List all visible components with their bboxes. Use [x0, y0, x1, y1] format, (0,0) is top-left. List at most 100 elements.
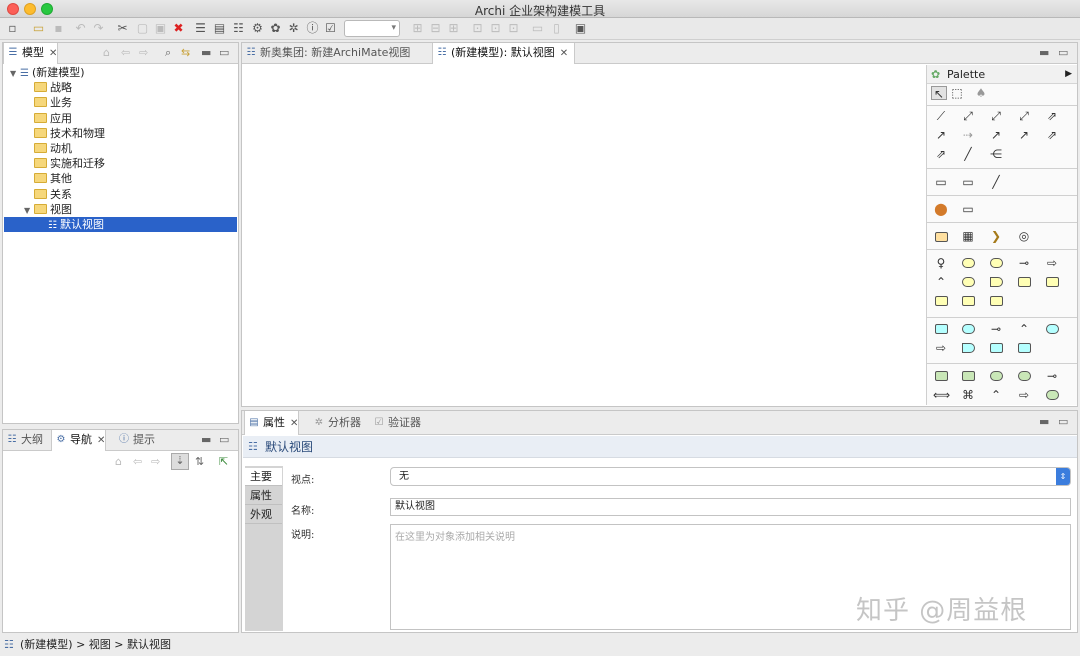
close-icon[interactable]: ✕ — [49, 48, 57, 59]
business-object-icon[interactable] — [1046, 277, 1059, 287]
side-tab-main[interactable]: 主要 — [245, 468, 282, 486]
tree-item[interactable]: 关系 — [4, 187, 237, 202]
application-function-icon[interactable]: ⌃ — [1016, 322, 1032, 336]
save-icon[interactable]: ▪ — [51, 21, 66, 36]
realization-icon[interactable]: ⤢ — [1016, 109, 1032, 123]
close-icon[interactable]: ✕ — [290, 418, 298, 429]
minimize-icon[interactable]: ▬ — [201, 433, 211, 446]
home-icon[interactable]: ⌂ — [115, 455, 122, 468]
navigator-icon[interactable]: ⚙ — [250, 21, 265, 36]
node-icon[interactable] — [935, 371, 948, 381]
tab-analyzer[interactable]: ✲ 分析器 — [310, 411, 361, 435]
delete-icon[interactable]: ✖ — [171, 21, 186, 36]
marquee-tool-icon[interactable]: ⬚ — [949, 86, 965, 100]
specialization-icon[interactable]: ⇗ — [1044, 128, 1060, 142]
technology-function-icon[interactable]: ⌃ — [988, 388, 1004, 402]
tree-item[interactable]: 其他 — [4, 171, 237, 186]
product-icon[interactable] — [990, 296, 1003, 306]
tree-item[interactable]: 业务 — [4, 95, 237, 110]
technology-interface-icon[interactable]: ⊸ — [1044, 369, 1060, 383]
align-right-icon[interactable]: ⊞ — [446, 21, 461, 36]
contract-icon[interactable] — [935, 296, 948, 306]
undo-icon[interactable]: ↶ — [73, 21, 88, 36]
serving-icon[interactable]: ⇗ — [1044, 109, 1060, 123]
new-icon[interactable]: ▫ — [5, 21, 20, 36]
tree-item[interactable]: ▼ ☰ (新建模型) — [4, 65, 237, 80]
business-service-icon[interactable] — [1018, 277, 1031, 287]
outline-icon[interactable]: ☷ — [231, 21, 246, 36]
maximize-icon[interactable]: ▭ — [1058, 415, 1068, 428]
validator-icon[interactable]: ☑ — [323, 21, 338, 36]
model-tree-icon[interactable]: ☰ — [193, 21, 208, 36]
copy-icon[interactable]: ▢ — [135, 21, 150, 36]
pin-icon[interactable]: ⇱ — [219, 455, 228, 468]
resource-icon[interactable] — [935, 232, 948, 242]
minimize-icon[interactable]: ▬ — [201, 46, 211, 59]
cut-icon[interactable]: ✂ — [115, 21, 130, 36]
forward-icon[interactable]: ⇨ — [139, 46, 148, 59]
flow-icon[interactable]: ↗ — [1016, 128, 1032, 142]
composition-icon[interactable]: ⟋ — [933, 109, 949, 123]
business-process-icon[interactable]: ⇨ — [1044, 256, 1060, 270]
open-folder-icon[interactable]: ▭ — [31, 21, 46, 36]
tab-validator[interactable]: ☑ 验证器 — [370, 411, 421, 435]
expand-arrow-icon[interactable]: ▼ — [24, 203, 34, 218]
data-object-icon[interactable] — [1018, 343, 1031, 353]
viewpoint-select[interactable]: 无 ⇕ — [390, 467, 1071, 486]
tree-item[interactable]: 应用 — [4, 111, 237, 126]
note-icon[interactable]: ▭ — [933, 175, 949, 189]
tree-item[interactable]: ▼ 视图 — [4, 202, 237, 217]
match-height-icon[interactable]: ▯ — [549, 21, 564, 36]
maximize-icon[interactable]: ▭ — [219, 46, 229, 59]
collapse-palette-icon[interactable]: ▶ — [1065, 65, 1072, 84]
application-interface-icon[interactable]: ⊸ — [988, 322, 1004, 336]
back-icon[interactable]: ⇦ — [133, 455, 142, 468]
assignment-icon[interactable]: ⤢ — [988, 109, 1004, 123]
close-icon[interactable]: ✕ — [560, 48, 568, 59]
link-icon[interactable]: ⇆ — [181, 46, 190, 59]
back-icon[interactable]: ⇦ — [121, 46, 130, 59]
tab-model[interactable]: ☰ 模型 ✕ — [3, 43, 59, 64]
select-tool-icon[interactable]: ↖ — [931, 86, 947, 101]
technology-process-icon[interactable]: ⇨ — [1016, 388, 1032, 402]
tab-editor-2[interactable]: ☷ (新建模型): 默认视图 ✕ — [432, 43, 576, 64]
minimize-icon[interactable]: ▬ — [1039, 46, 1049, 59]
expand-arrow-icon[interactable]: ▼ — [10, 66, 20, 81]
grouping-icon[interactable]: ▭ — [960, 202, 976, 216]
align-top-icon[interactable]: ⊡ — [470, 21, 485, 36]
side-tab-appearance[interactable]: 外观 — [245, 506, 282, 524]
influence-icon[interactable]: ⇢ — [960, 128, 976, 142]
application-interaction-icon[interactable] — [1046, 324, 1059, 334]
access-icon[interactable]: ↗ — [933, 128, 949, 142]
tab-editor-1[interactable]: ☷ 新奥集团: 新建ArchiMate视图 — [242, 43, 411, 64]
technology-collaboration-icon[interactable] — [1018, 371, 1031, 381]
representation-icon[interactable] — [962, 296, 975, 306]
align-center-icon[interactable]: ⊟ — [428, 21, 443, 36]
tree-item[interactable]: 技术和物理 — [4, 126, 237, 141]
maximize-icon[interactable]: ▭ — [219, 433, 229, 446]
business-actor-icon[interactable]: ♀ — [933, 256, 949, 270]
paste-icon[interactable]: ▣ — [153, 21, 168, 36]
location-icon[interactable]: ⬤ — [933, 202, 949, 216]
diagram-canvas[interactable] — [242, 64, 926, 406]
path-icon[interactable]: ⟺ — [933, 388, 950, 402]
tab-properties[interactable]: ▤ 属性 ✕ — [244, 411, 300, 435]
communication-network-icon[interactable]: ⌘ — [960, 388, 976, 402]
application-component-icon[interactable] — [935, 324, 948, 334]
application-event-icon[interactable] — [962, 343, 975, 353]
palette-icon[interactable]: ✿ — [268, 21, 283, 36]
business-collaboration-icon[interactable] — [990, 258, 1003, 268]
analysis-icon[interactable]: ✲ — [286, 21, 301, 36]
junction-icon[interactable]: ⋲ — [988, 147, 1004, 161]
connection-icon[interactable]: ╱ — [988, 175, 1004, 189]
system-software-icon[interactable] — [990, 371, 1003, 381]
application-collaboration-icon[interactable] — [962, 324, 975, 334]
format-painter-icon[interactable]: ♠ — [973, 86, 989, 100]
palette-title[interactable]: ✿ Palette ▶ — [927, 65, 1077, 84]
zoom-combo[interactable]: ▾ — [344, 20, 400, 37]
device-icon[interactable] — [962, 371, 975, 381]
default-size-icon[interactable]: ▣ — [573, 21, 588, 36]
parents-icon[interactable]: ⇅ — [195, 455, 204, 468]
association-icon[interactable]: ⇗ — [933, 147, 949, 161]
tree-item[interactable]: 战略 — [4, 80, 237, 95]
